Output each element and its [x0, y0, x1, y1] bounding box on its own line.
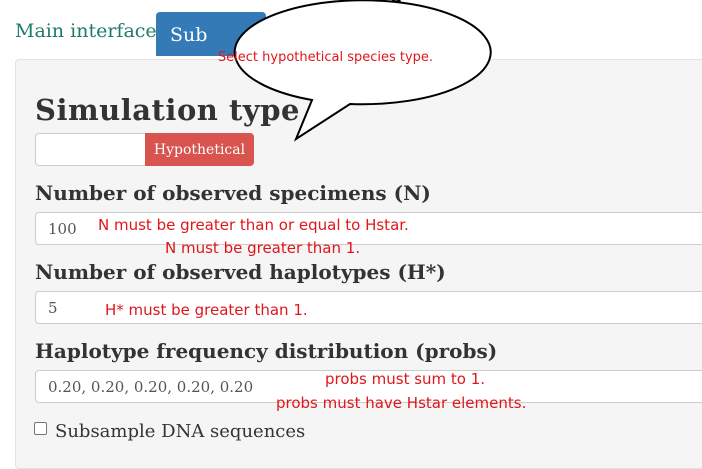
probs-error-1: probs must sum to 1. — [325, 370, 486, 388]
annotation-speech-bubble — [233, 0, 492, 142]
subsample-checkbox[interactable] — [34, 422, 47, 435]
hstar-label: Number of observed haplotypes (H*) — [35, 260, 446, 284]
n-error-2: N must be greater than 1. — [165, 239, 361, 257]
probs-error-2: probs must have Hstar elements. — [276, 394, 527, 412]
probs-label: Haplotype frequency distribution (probs) — [35, 339, 498, 363]
subsample-label: Subsample DNA sequences — [55, 421, 306, 442]
bubble-text: Select hypothetical species type. — [217, 50, 434, 65]
hstar-error: H* must be greater than 1. — [105, 301, 308, 319]
n-error-1: N must be greater than or equal to Hstar… — [98, 216, 409, 234]
subsample-checkbox-row[interactable]: Subsample DNA sequences — [34, 421, 305, 442]
